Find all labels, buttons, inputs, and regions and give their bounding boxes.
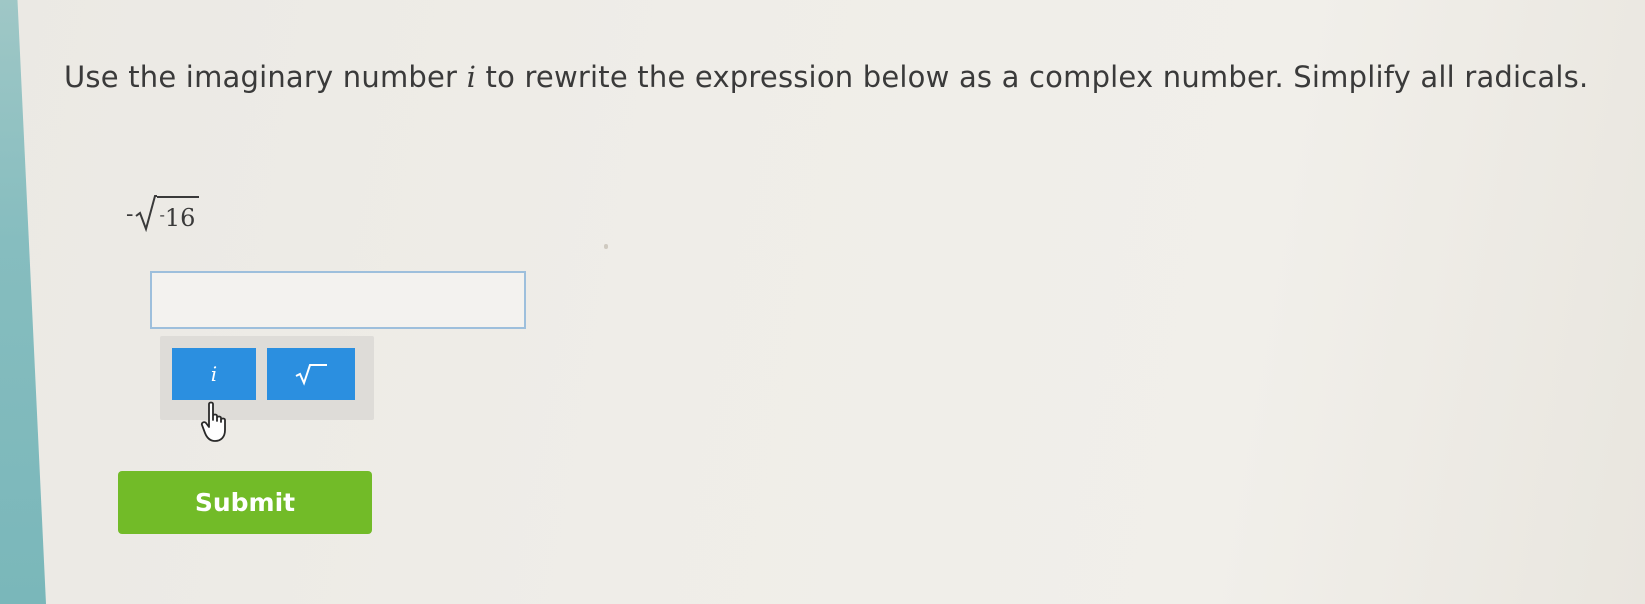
expression-negative-sign: - [126, 202, 134, 227]
radicand-value: 16 [164, 204, 196, 232]
imaginary-variable: i [466, 60, 477, 94]
math-expression: - -16 [126, 192, 200, 240]
radicand: -16 [157, 196, 200, 233]
imaginary-i-button[interactable]: i [172, 348, 256, 400]
square-root-button[interactable] [267, 348, 355, 400]
decorative-dot [604, 244, 608, 249]
square-root-icon [295, 364, 327, 386]
radical-sign-icon [135, 195, 158, 232]
hand-pointer-icon [200, 401, 226, 442]
answer-input[interactable] [150, 271, 526, 329]
question-text: Use the imaginary number i to rewrite th… [64, 48, 1624, 106]
math-keypad: i [160, 336, 374, 420]
question-text-after: to rewrite the expression below as a com… [476, 60, 1589, 94]
left-side-stripe [0, 0, 46, 604]
question-text-before: Use the imaginary number [64, 60, 467, 94]
submit-button[interactable]: Submit [118, 471, 372, 534]
